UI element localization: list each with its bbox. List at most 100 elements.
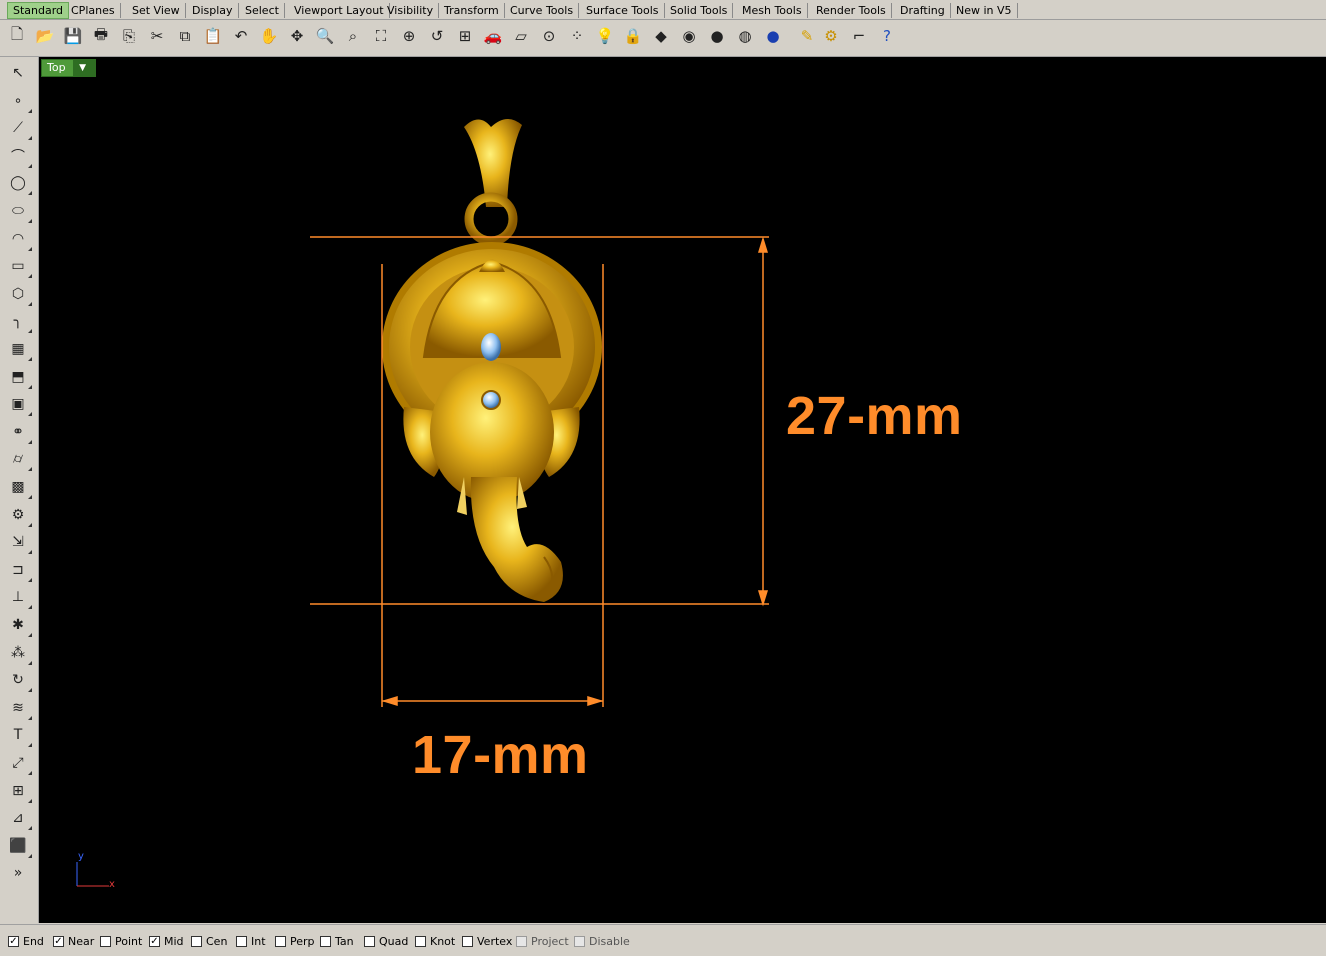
curve-icon[interactable]: ⌒: [6, 144, 32, 168]
join-icon[interactable]: ⊐: [6, 558, 32, 582]
osnap-project[interactable]: Project: [516, 934, 569, 948]
group-icon[interactable]: ⁂: [6, 641, 32, 665]
array-icon[interactable]: ⊞: [6, 779, 32, 803]
arc-icon[interactable]: ◠: [6, 227, 32, 251]
light-icon[interactable]: 💡: [594, 24, 616, 48]
car-icon[interactable]: 🚗: [482, 24, 504, 48]
tab-drafting[interactable]: Drafting: [895, 3, 951, 18]
rotate-icon[interactable]: ↻: [6, 668, 32, 693]
extrude-icon[interactable]: ⬒: [6, 365, 32, 389]
undo-view-icon[interactable]: ↺: [426, 24, 448, 48]
paste-icon[interactable]: 📋: [202, 24, 224, 48]
zoom-window-icon[interactable]: ⌕: [342, 24, 364, 48]
osnap-knot[interactable]: Knot: [415, 934, 455, 948]
tab-viewport-layout[interactable]: Viewport Layout: [289, 3, 390, 18]
zoom-icon[interactable]: 🔍: [314, 24, 336, 48]
tab-solid-tools[interactable]: Solid Tools: [665, 3, 734, 18]
pan-hand-icon[interactable]: ✋: [258, 24, 280, 48]
tab-display[interactable]: Display: [187, 3, 239, 18]
osnap-vertex[interactable]: Vertex: [462, 934, 512, 948]
tab-render-tools[interactable]: Render Tools: [811, 3, 892, 18]
mesh-icon[interactable]: ▩: [6, 475, 32, 499]
import-icon[interactable]: ⎘: [118, 24, 140, 48]
lock-icon[interactable]: 🔒: [622, 24, 644, 48]
boolean-icon[interactable]: ⚭: [6, 420, 32, 444]
pendant-model[interactable]: [382, 118, 602, 602]
osnap-checkbox[interactable]: [364, 935, 375, 947]
plane-icon[interactable]: ▱: [510, 24, 532, 48]
copy-icon[interactable]: ⧉: [174, 24, 196, 48]
tab-standard[interactable]: Standard: [7, 2, 70, 19]
cylinder-icon[interactable]: ⌭: [6, 447, 32, 472]
osnap-mid[interactable]: ✓ Mid: [149, 934, 184, 948]
explode-icon[interactable]: ✱: [6, 613, 32, 637]
tab-cplanes[interactable]: CPlanes: [66, 3, 121, 18]
fillet-icon[interactable]: ╮: [6, 309, 32, 334]
top-viewport[interactable]: Top ▼ 27-mm 17-mm y x: [39, 57, 1326, 923]
undo-icon[interactable]: ↶: [230, 24, 252, 48]
osnap-checkbox[interactable]: ✓: [149, 935, 160, 947]
osnap-int[interactable]: Int: [236, 934, 266, 948]
box-solid-icon[interactable]: ▣: [6, 392, 32, 417]
scale-icon[interactable]: ⤢: [6, 751, 32, 775]
tab-select[interactable]: Select: [240, 3, 285, 18]
trim-icon[interactable]: ⊥: [6, 585, 32, 610]
properties-icon[interactable]: ✎: [796, 24, 818, 48]
osnap-checkbox[interactable]: [191, 935, 202, 947]
point-icon[interactable]: ∘: [6, 89, 32, 113]
osnap-near[interactable]: ✓ Near: [53, 934, 94, 948]
rendered-sphere-icon[interactable]: ◍: [734, 24, 756, 48]
osnap-cen[interactable]: Cen: [191, 934, 227, 948]
ellipse-icon[interactable]: ⬭: [6, 199, 32, 223]
four-viewports-icon[interactable]: ⊞: [454, 24, 476, 48]
select-arrow-icon[interactable]: ↖: [6, 61, 30, 85]
tab-new-in-v5[interactable]: New in V5: [951, 3, 1018, 18]
zoom-selected-icon[interactable]: ⊕: [398, 24, 420, 48]
tab-transform[interactable]: Transform: [439, 3, 505, 18]
osnap-point[interactable]: Point: [100, 934, 142, 948]
osnap-checkbox[interactable]: [320, 935, 331, 947]
dimensions-icon[interactable]: ⌐: [848, 24, 870, 48]
osnap-perp[interactable]: Perp: [275, 934, 315, 948]
layer-icon[interactable]: ◆: [650, 24, 672, 48]
edit-points-icon[interactable]: ⊿: [6, 806, 32, 831]
osnap-end[interactable]: ✓ End: [8, 934, 44, 948]
blue-sphere-icon[interactable]: ●: [762, 24, 784, 48]
print-icon[interactable]: 🖶: [90, 24, 112, 48]
rotate-view-icon[interactable]: ✥: [286, 24, 308, 48]
move-icon[interactable]: ⇲: [6, 530, 32, 555]
osnap-icon[interactable]: ⊙: [538, 24, 560, 48]
more-icon[interactable]: »: [6, 861, 30, 885]
color-wheel-icon[interactable]: ◉: [678, 24, 700, 48]
osnap-checkbox[interactable]: [100, 935, 111, 947]
tab-curve-tools[interactable]: Curve Tools: [505, 3, 580, 18]
save-icon[interactable]: 💾: [62, 24, 84, 48]
osnap-checkbox[interactable]: [415, 935, 426, 947]
tab-visibility[interactable]: Visibility: [382, 3, 440, 18]
tab-surface-tools[interactable]: Surface Tools: [581, 3, 665, 18]
options-gear-icon[interactable]: ⚙: [820, 24, 842, 48]
osnap-checkbox[interactable]: [462, 935, 473, 947]
tab-mesh-tools[interactable]: Mesh Tools: [737, 3, 808, 18]
osnap-tan[interactable]: Tan: [320, 934, 354, 948]
circle-icon[interactable]: ◯: [6, 171, 32, 196]
zoom-extents-icon[interactable]: ⛶: [370, 24, 392, 48]
tab-set-view[interactable]: Set View: [127, 3, 186, 18]
points-on-icon[interactable]: ⁘: [566, 24, 588, 48]
shaded-sphere-icon[interactable]: ●: [706, 24, 728, 48]
osnap-checkbox[interactable]: ✓: [53, 935, 64, 947]
new-file-icon[interactable]: 🗋: [6, 24, 28, 48]
rectangle-icon[interactable]: ▭: [6, 254, 32, 279]
cube-view-icon[interactable]: ⬛: [6, 834, 32, 858]
polygon-icon[interactable]: ⬡: [6, 282, 32, 306]
cut-icon[interactable]: ✂: [146, 24, 168, 48]
osnap-checkbox[interactable]: [516, 935, 527, 947]
osnap-disable[interactable]: Disable: [574, 934, 630, 948]
sweep-icon[interactable]: ≋: [6, 696, 32, 720]
osnap-checkbox[interactable]: [574, 935, 585, 947]
help-icon[interactable]: ?: [876, 24, 898, 48]
transform-gear-icon[interactable]: ⚙: [6, 503, 32, 527]
text-icon[interactable]: T: [6, 723, 32, 748]
osnap-checkbox[interactable]: [275, 935, 286, 947]
osnap-quad[interactable]: Quad: [364, 934, 408, 948]
